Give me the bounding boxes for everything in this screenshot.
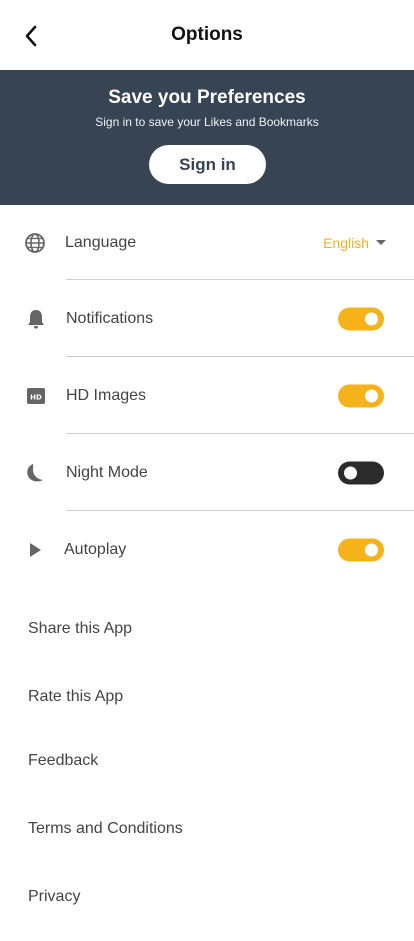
night-mode-row: Night Mode: [0, 434, 414, 511]
language-label: Language: [65, 233, 137, 251]
terms-link[interactable]: Terms and Conditions: [28, 820, 183, 838]
autoplay-toggle[interactable]: [338, 538, 384, 561]
banner-subtitle: Sign in to save your Likes and Bookmarks: [95, 115, 319, 129]
night-mode-toggle[interactable]: [338, 461, 384, 484]
toggle-knob: [365, 543, 378, 556]
notifications-toggle[interactable]: [338, 307, 384, 330]
hd-images-label: HD Images: [66, 386, 147, 404]
autoplay-label: Autoplay: [64, 540, 127, 558]
hd-images-toggle[interactable]: [338, 384, 384, 407]
rate-app-link[interactable]: Rate this App: [28, 688, 123, 706]
play-icon: [24, 539, 46, 561]
autoplay-row: Autoplay: [0, 511, 414, 588]
toggle-knob: [365, 312, 378, 325]
signin-button[interactable]: Sign in: [149, 145, 266, 184]
language-value: English: [323, 234, 369, 251]
app-header: Options: [0, 0, 414, 70]
hd-images-row: HD HD Images: [0, 357, 414, 434]
share-app-link[interactable]: Share this App: [28, 620, 132, 638]
signin-banner: Save you Preferences Sign in to save you…: [0, 70, 414, 205]
night-mode-label: Night Mode: [66, 463, 148, 481]
caret-down-icon: [376, 240, 386, 245]
page-title: Options: [171, 24, 243, 45]
feedback-link[interactable]: Feedback: [28, 752, 98, 770]
hd-icon: HD: [25, 385, 47, 407]
toggle-knob: [344, 466, 357, 479]
language-row[interactable]: Language English: [0, 205, 414, 280]
globe-icon: [24, 232, 46, 254]
privacy-link[interactable]: Privacy: [28, 888, 80, 906]
notifications-label: Notifications: [66, 309, 154, 327]
banner-title: Save you Preferences: [108, 87, 306, 108]
toggle-knob: [365, 389, 378, 402]
notifications-row: Notifications: [0, 280, 414, 357]
language-select[interactable]: English: [323, 235, 386, 251]
svg-text:HD: HD: [30, 393, 42, 401]
bell-icon: [25, 308, 47, 330]
moon-icon: [24, 462, 46, 484]
